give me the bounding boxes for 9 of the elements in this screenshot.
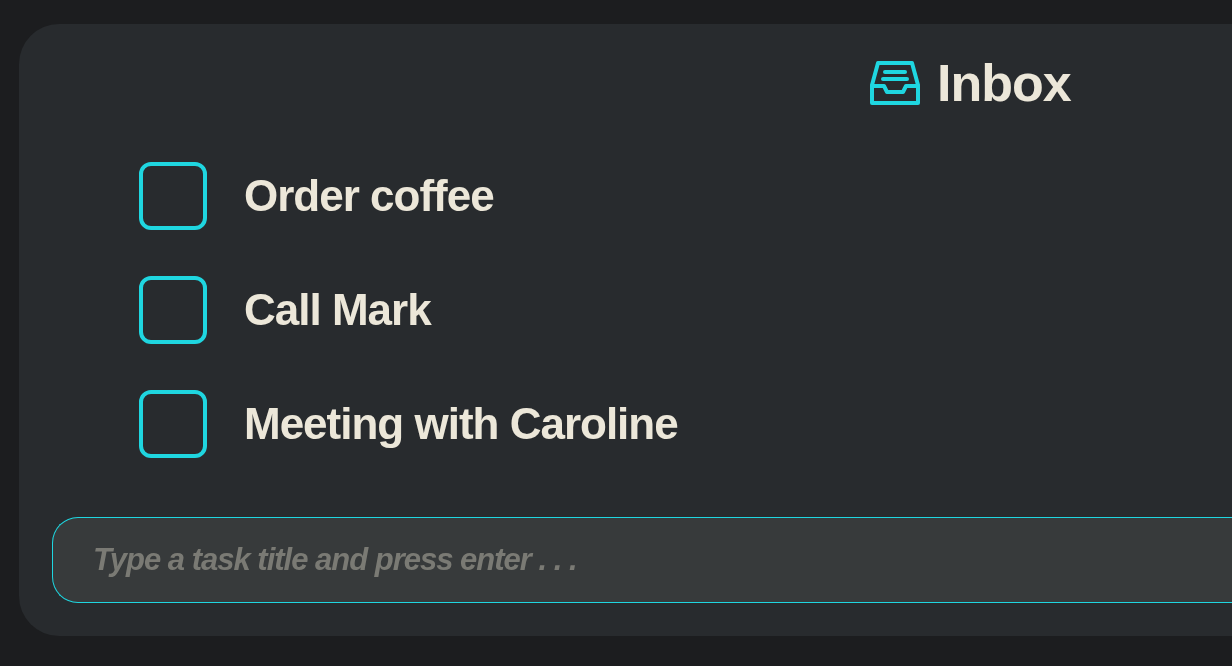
inbox-tray-icon: [870, 61, 920, 105]
task-title: Call Mark: [244, 285, 431, 335]
task-checkbox[interactable]: [139, 162, 207, 230]
task-checkbox[interactable]: [139, 276, 207, 344]
task-checkbox[interactable]: [139, 390, 207, 458]
task-title: Meeting with Caroline: [244, 399, 678, 449]
new-task-input[interactable]: Type a task title and press enter . . .: [52, 517, 1232, 603]
inbox-title: Inbox: [937, 57, 1071, 109]
task-title: Order coffee: [244, 171, 494, 221]
